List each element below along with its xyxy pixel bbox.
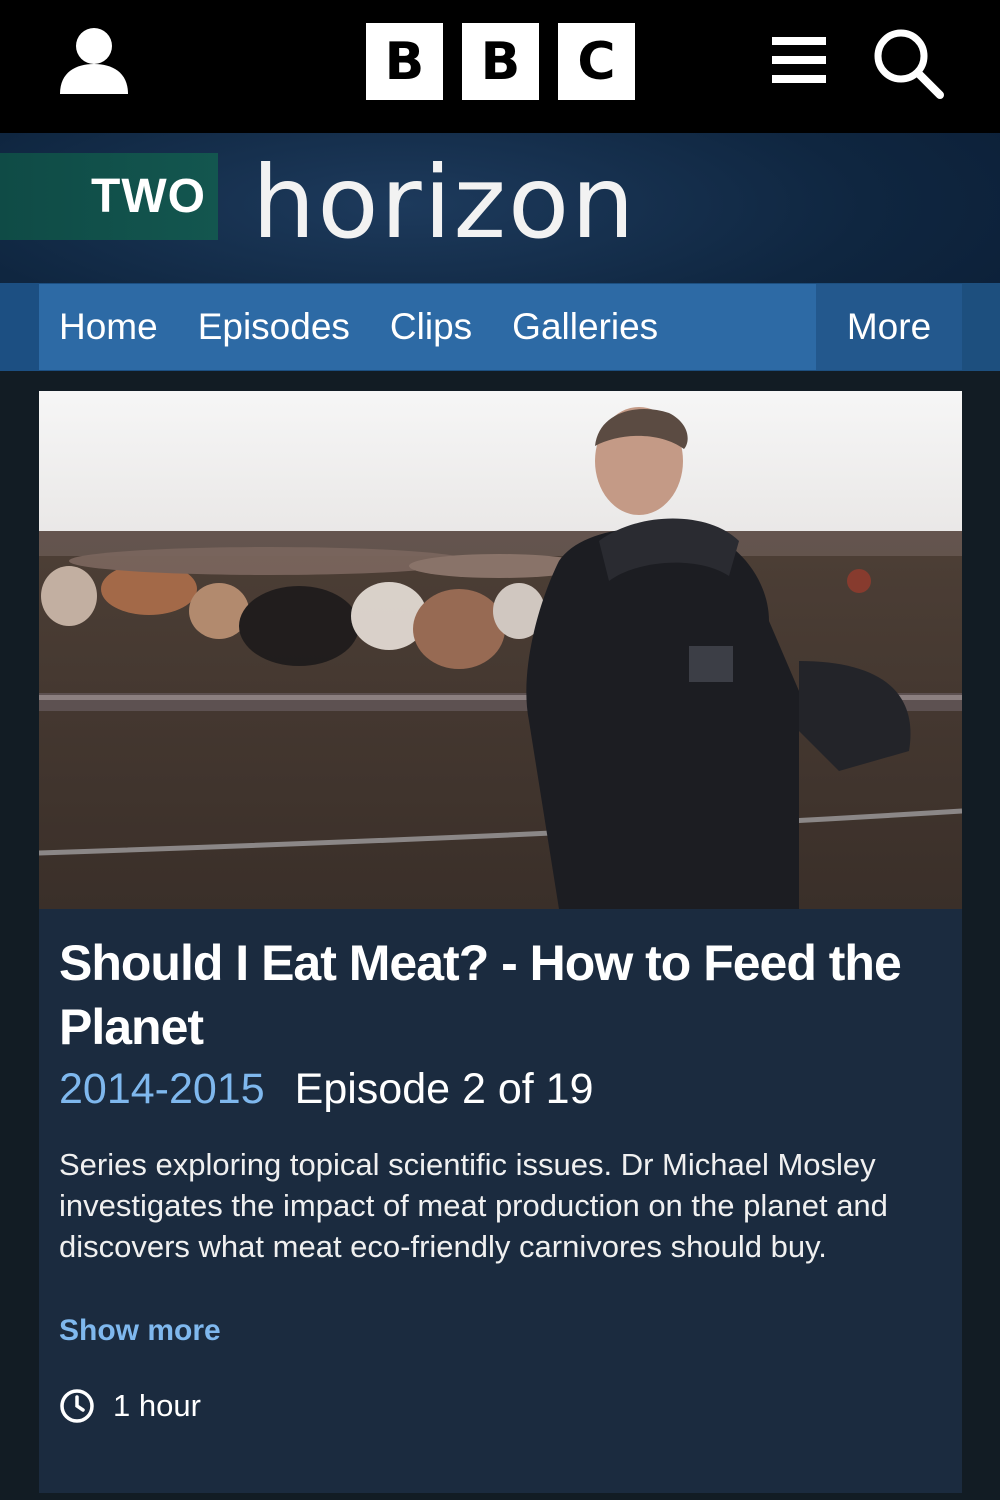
episode-duration: 1 hour bbox=[59, 1388, 942, 1424]
programme-nav: Home Episodes Clips Galleries More bbox=[39, 284, 962, 370]
nav-episodes[interactable]: Episodes bbox=[178, 284, 370, 370]
programme-brand-banner: TWO horizon Home Episodes Clips Gallerie… bbox=[0, 133, 1000, 371]
clock-icon bbox=[60, 1389, 94, 1423]
nav-galleries[interactable]: Galleries bbox=[492, 284, 678, 370]
bbc-logo[interactable]: B B C bbox=[366, 23, 635, 100]
series-link[interactable]: 2014-2015 bbox=[59, 1065, 265, 1114]
duration-text: 1 hour bbox=[113, 1388, 201, 1423]
bbc-logo-letter: B bbox=[462, 23, 539, 100]
bbc-logo-letter: C bbox=[558, 23, 635, 100]
episode-details: Should I Eat Meat? - How to Feed the Pla… bbox=[39, 909, 962, 1424]
nav-more-button[interactable]: More bbox=[816, 284, 962, 370]
episode-card: Should I Eat Meat? - How to Feed the Pla… bbox=[39, 391, 962, 1493]
search-icon[interactable] bbox=[872, 27, 944, 99]
episode-description: Series exploring topical scientific issu… bbox=[59, 1147, 888, 1264]
episode-meta: 2014-2015 Episode 2 of 19 bbox=[59, 1065, 942, 1114]
hero-illustration bbox=[39, 391, 962, 909]
episode-title[interactable]: Should I Eat Meat? - How to Feed the Pla… bbox=[59, 931, 919, 1059]
channel-badge[interactable]: TWO bbox=[0, 153, 218, 240]
programme-title[interactable]: horizon bbox=[252, 133, 637, 261]
nav-clips[interactable]: Clips bbox=[370, 284, 492, 370]
menu-icon[interactable] bbox=[772, 35, 826, 85]
bbc-logo-letter: B bbox=[366, 23, 443, 100]
show-more-link[interactable]: Show more bbox=[59, 1314, 221, 1348]
user-icon[interactable] bbox=[58, 26, 130, 96]
episode-number: Episode 2 of 19 bbox=[294, 1065, 594, 1113]
bbc-top-bar: B B C bbox=[0, 0, 1000, 133]
nav-home[interactable]: Home bbox=[39, 284, 178, 370]
episode-hero-image[interactable] bbox=[39, 391, 962, 909]
